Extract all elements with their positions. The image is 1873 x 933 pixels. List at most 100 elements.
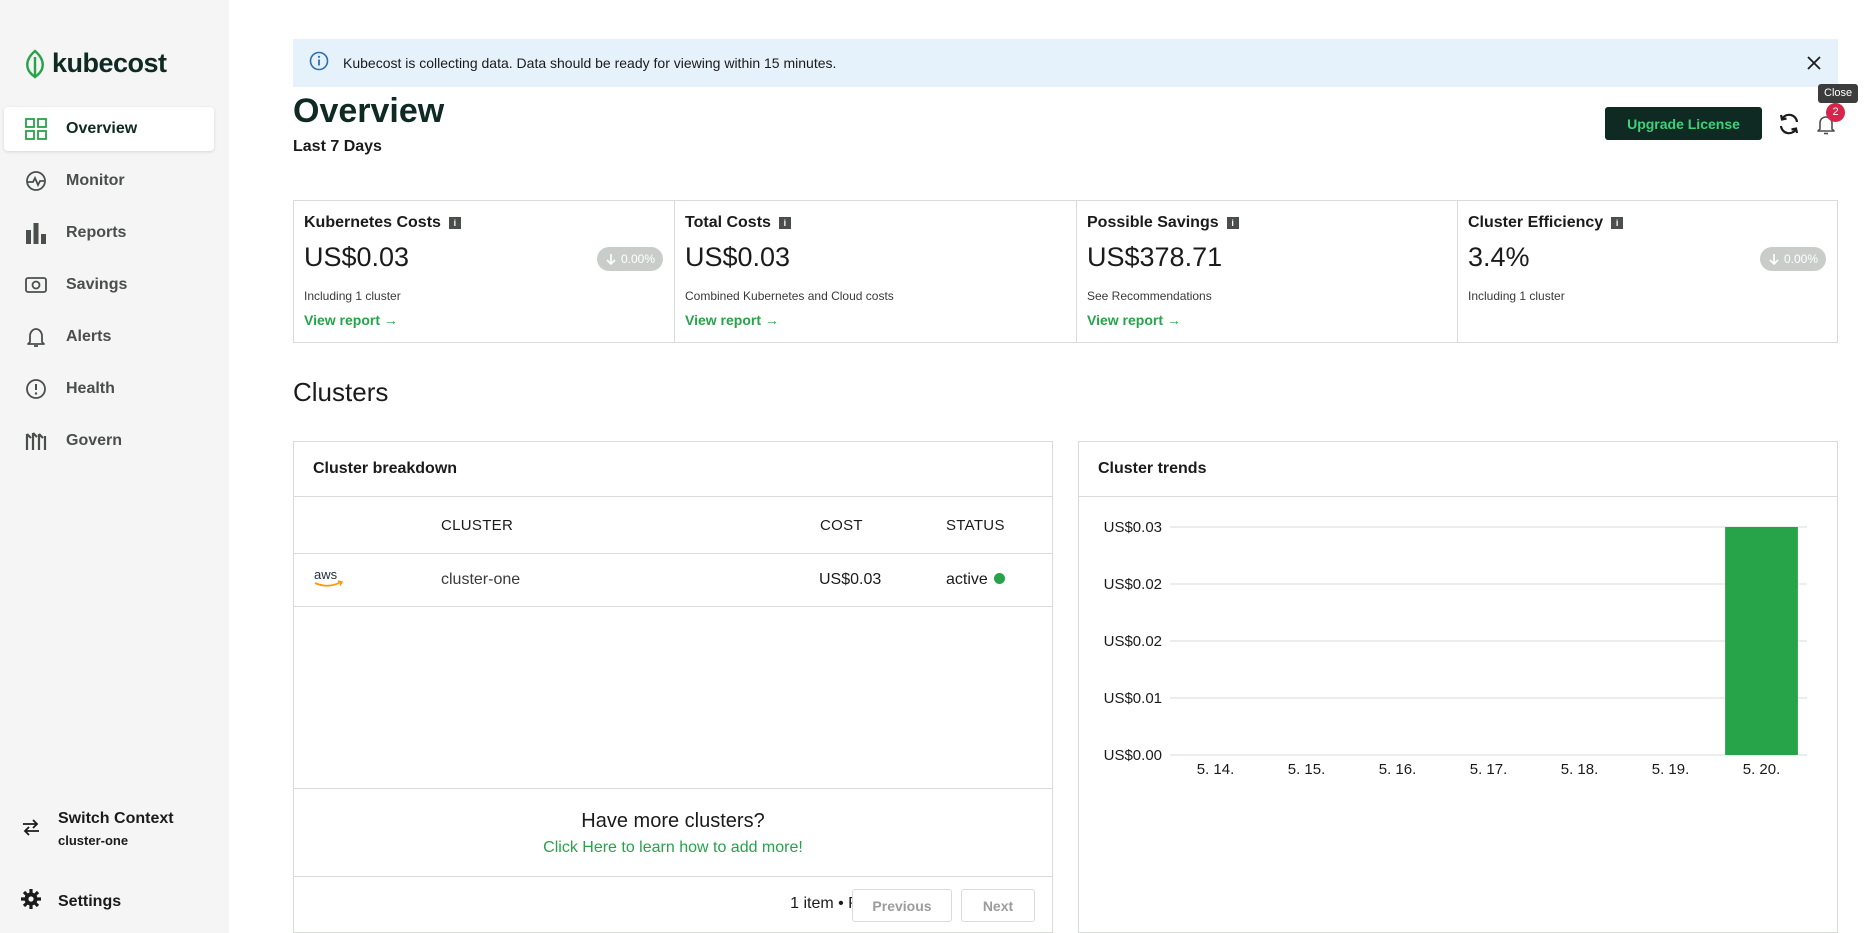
sidebar: kubecost Overview Monitor Reports Saving…: [0, 0, 229, 933]
stat-note: See Recommendations: [1087, 289, 1212, 303]
column-header-cluster[interactable]: CLUSTER: [441, 517, 513, 534]
monitor-icon: [24, 169, 48, 193]
sidebar-item-monitor[interactable]: Monitor: [4, 159, 214, 203]
cluster-status: active: [946, 571, 1005, 589]
upgrade-license-button[interactable]: Upgrade License: [1605, 107, 1762, 140]
switch-context-label: Switch Context: [58, 810, 174, 827]
stat-title: Total Costs: [685, 214, 771, 231]
arrow-down-icon: [606, 254, 616, 265]
next-page-button[interactable]: Next: [961, 889, 1035, 922]
x-tick-label: 5. 14.: [1197, 761, 1235, 778]
y-tick-label: US$0.02: [1104, 633, 1162, 650]
view-report-link[interactable]: View report →: [685, 312, 779, 328]
sidebar-item-govern[interactable]: Govern: [4, 419, 214, 463]
y-tick-label: US$0.01: [1104, 690, 1162, 707]
info-banner: Kubecost is collecting data. Data should…: [293, 39, 1838, 87]
sidebar-item-label: Health: [66, 380, 115, 397]
bar-chart-icon: [24, 221, 48, 245]
delta-value: 0.00%: [1783, 252, 1818, 266]
summary-stats: Kubernetes Costs i US$0.03 Including 1 cl…: [293, 200, 1838, 343]
arrow-down-icon: [1769, 254, 1779, 265]
notification-count-badge: 2: [1826, 103, 1845, 122]
info-icon[interactable]: i: [778, 217, 791, 229]
cluster-breakdown-panel: Cluster breakdown CLUSTER COST STATUS aw…: [293, 441, 1053, 933]
stat-title: Cluster Efficiency: [1468, 214, 1604, 231]
kubecost-leaf-icon: [26, 48, 44, 79]
bar[interactable]: [1725, 527, 1798, 755]
x-tick-label: 5. 19.: [1652, 761, 1690, 778]
stat-note: Including 1 cluster: [304, 289, 401, 303]
table-row[interactable]: aws cluster-one US$0.03 active: [294, 554, 1052, 607]
sidebar-item-reports[interactable]: Reports: [4, 211, 214, 255]
close-tooltip: Close: [1818, 84, 1859, 103]
status-dot: [993, 573, 1005, 584]
stat-value: US$378.71: [1087, 242, 1223, 272]
delta-value: 0.00%: [620, 252, 655, 266]
clusters-heading: Clusters: [293, 377, 389, 407]
panel-title: Cluster breakdown: [294, 442, 1052, 497]
stat-possible-savings: Possible Savings i US$378.71 See Recommen…: [1077, 201, 1458, 342]
y-tick-label: US$0.03: [1104, 519, 1162, 536]
bell-icon: [24, 325, 48, 349]
x-tick-label: 5. 20.: [1743, 761, 1781, 778]
page-title: Overview: [293, 92, 445, 130]
delta-badge: 0.00%: [1759, 247, 1826, 271]
x-tick-label: 5. 15.: [1288, 761, 1326, 778]
stat-title: Kubernetes Costs: [304, 214, 441, 231]
info-icon[interactable]: i: [1611, 217, 1624, 229]
panel-title: Cluster trends: [1079, 442, 1837, 497]
cluster-trends-panel: Cluster trends US$0.00 US$0.01 US$0.02 US$0…: [1078, 441, 1838, 933]
date-range-label: Last 7 Days: [293, 138, 382, 155]
sidebar-item-label: Alerts: [66, 328, 112, 345]
stat-title: Possible Savings: [1087, 214, 1219, 231]
gauge-icon: [24, 429, 48, 453]
sidebar-item-health[interactable]: Health: [4, 367, 214, 411]
sidebar-item-savings[interactable]: Savings: [4, 263, 214, 307]
app-name: kubecost: [52, 48, 167, 78]
cluster-trends-chart: US$0.00 US$0.01 US$0.02 US$0.02 US$0.03 5. 14…: [1104, 519, 1807, 778]
add-clusters-prompt: Have more clusters? Click Here to learn …: [294, 788, 1052, 876]
add-clusters-link[interactable]: Click Here to learn how to add more!: [294, 839, 1052, 857]
x-tick-label: 5. 18.: [1561, 761, 1599, 778]
sidebar-item-label: Monitor: [66, 172, 125, 189]
banner-message: Kubecost is collecting data. Data should…: [343, 55, 837, 71]
switch-context-button[interactable]: Switch Context cluster-one: [20, 810, 174, 848]
info-icon[interactable]: i: [448, 217, 461, 229]
kubecost-logo[interactable]: kubecost: [24, 48, 167, 79]
info-icon[interactable]: i: [1226, 217, 1239, 229]
svg-text:aws: aws: [314, 568, 338, 582]
pagination: 1 item • Page 1 of 1 Previous Next: [294, 876, 1052, 933]
x-tick-label: 5. 16.: [1379, 761, 1417, 778]
delta-badge: 0.00%: [596, 247, 663, 271]
column-header-cost[interactable]: COST: [820, 517, 863, 534]
stat-note: Including 1 cluster: [1468, 289, 1565, 303]
column-header-status[interactable]: STATUS: [946, 517, 1005, 534]
stat-value: US$0.03: [685, 242, 791, 272]
close-icon[interactable]: [1802, 51, 1826, 75]
cluster-name[interactable]: cluster-one: [441, 571, 520, 589]
info-icon: [309, 51, 329, 76]
settings-label: Settings: [58, 892, 122, 910]
view-report-link[interactable]: View report →: [304, 312, 398, 328]
sidebar-item-label: Reports: [66, 224, 127, 241]
aws-logo-icon: aws: [313, 567, 345, 595]
sidebar-item-label: Savings: [66, 276, 128, 293]
refresh-icon[interactable]: [1776, 111, 1802, 137]
stat-cluster-efficiency: Cluster Efficiency i 3.4% Including 1 clu…: [1458, 201, 1837, 342]
sidebar-item-overview[interactable]: Overview: [4, 107, 214, 151]
swap-arrows-icon: [20, 816, 42, 843]
sidebar-item-alerts[interactable]: Alerts: [4, 315, 214, 359]
sidebar-item-label: Overview: [66, 120, 138, 137]
table-header: CLUSTER COST STATUS: [294, 497, 1052, 554]
status-text: active: [946, 571, 988, 588]
sidebar-nav: Overview Monitor Reports Savings Alerts: [4, 107, 214, 471]
sidebar-item-label: Govern: [66, 432, 123, 449]
grid-icon: [24, 117, 48, 141]
cluster-cost: US$0.03: [819, 571, 882, 588]
y-tick-label: US$0.02: [1104, 576, 1162, 593]
previous-page-button[interactable]: Previous: [852, 889, 952, 922]
stat-kubernetes-costs: Kubernetes Costs i US$0.03 Including 1 cl…: [294, 201, 675, 342]
money-icon: [24, 273, 48, 297]
settings-button[interactable]: Settings: [20, 888, 121, 915]
view-report-link[interactable]: View report →: [1087, 312, 1181, 328]
